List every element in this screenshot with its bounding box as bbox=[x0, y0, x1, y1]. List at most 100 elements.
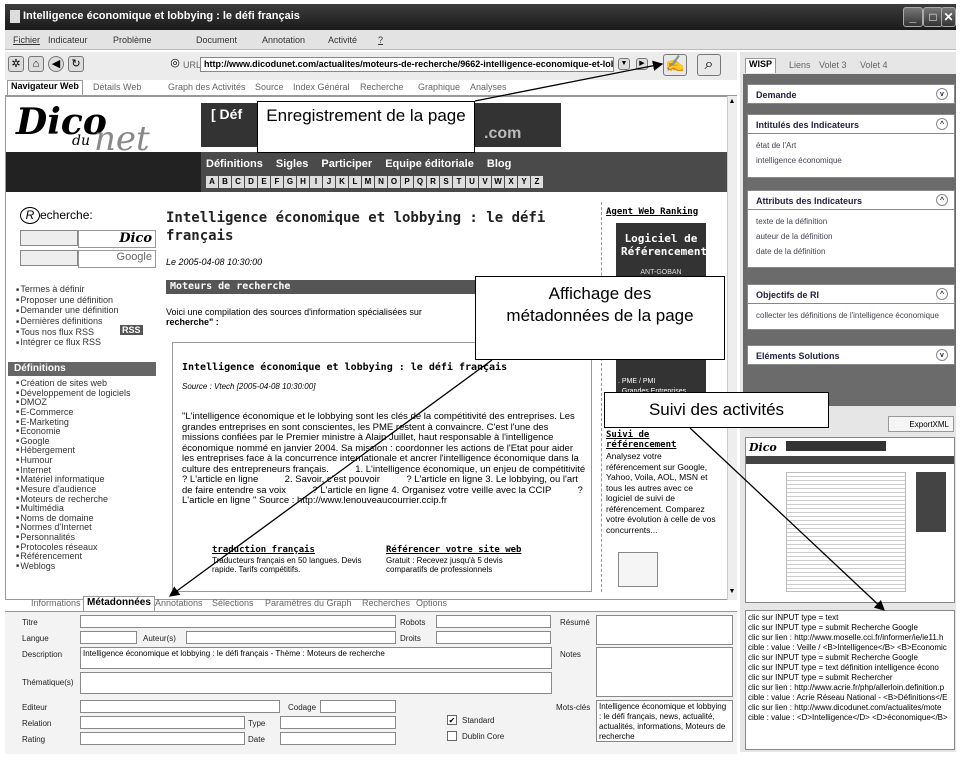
save-page-icon[interactable]: ✍ bbox=[663, 54, 687, 76]
minimize-button[interactable]: _ bbox=[903, 7, 923, 27]
alphabet-letter[interactable]: R bbox=[427, 176, 439, 188]
editeur-field[interactable] bbox=[80, 700, 280, 713]
intitule-item[interactable]: état de l'Art bbox=[756, 138, 954, 153]
inspect-icon[interactable]: ⌕ bbox=[697, 54, 721, 76]
url-input[interactable]: http://www.dicodunet.com/actualites/mote… bbox=[200, 57, 614, 72]
tab-parametres-graph[interactable]: Paramètres du Graph bbox=[265, 598, 352, 608]
agent-web-ranking-link[interactable]: Agent Web Ranking bbox=[606, 207, 698, 217]
date-field[interactable] bbox=[280, 732, 396, 745]
site-link[interactable]: Demander une définition bbox=[16, 305, 118, 316]
motscles-field[interactable]: Intelligence économique et lobbying : le… bbox=[596, 700, 733, 742]
suivi-link[interactable]: Suivi de référencement bbox=[606, 430, 716, 450]
site-link[interactable]: Intégrer ce flux RSS bbox=[16, 337, 119, 348]
tab-source[interactable]: Source bbox=[255, 82, 284, 92]
alphabet-letter[interactable]: H bbox=[297, 176, 309, 188]
attribut-item[interactable]: auteur de la définition bbox=[756, 229, 954, 244]
tab-volet-4[interactable]: Volet 4 bbox=[860, 60, 888, 70]
ad1-title[interactable]: traduction français bbox=[212, 545, 315, 555]
alphabet-letter[interactable]: U bbox=[466, 176, 478, 188]
menu-document[interactable]: Document bbox=[196, 35, 237, 45]
alphabet-letter[interactable]: A bbox=[206, 176, 218, 188]
site-link[interactable]: Termes à définir bbox=[16, 284, 119, 295]
nav-blog[interactable]: Blog bbox=[487, 158, 511, 170]
tab-volet-3[interactable]: Volet 3 bbox=[819, 60, 847, 70]
tab-navigateur-web[interactable]: Navigateur Web bbox=[7, 80, 83, 95]
wisp-section-objectifs[interactable]: Objectifs de RI ^ bbox=[747, 284, 955, 304]
site-search-input[interactable] bbox=[20, 230, 78, 246]
tab-index-general[interactable]: Index Général bbox=[293, 82, 350, 92]
activity-log[interactable]: clic sur INPUT type = text clic sur INPUT… bbox=[745, 610, 955, 750]
alphabet-letter[interactable]: Z bbox=[531, 176, 543, 188]
site-link[interactable]: Proposer une définition bbox=[16, 295, 119, 306]
nav-sigles[interactable]: Sigles bbox=[276, 158, 308, 170]
refresh-icon[interactable]: ↻ bbox=[68, 56, 84, 72]
alphabet-letter[interactable]: T bbox=[453, 176, 465, 188]
chevron-up-icon[interactable]: ^ bbox=[936, 288, 948, 300]
tab-analyses[interactable]: Analyses bbox=[470, 82, 507, 92]
rating-field[interactable] bbox=[80, 732, 245, 745]
tab-liens[interactable]: Liens bbox=[789, 60, 811, 70]
rss-badge[interactable]: RSS bbox=[120, 325, 143, 335]
alphabet-letter[interactable]: N bbox=[375, 176, 387, 188]
attribut-item[interactable]: date de la définition bbox=[756, 244, 954, 259]
relation-field[interactable] bbox=[80, 716, 245, 729]
nav-definitions[interactable]: Définitions bbox=[206, 158, 263, 170]
menu-fichier[interactable]: Fichier bbox=[13, 35, 40, 45]
attribut-item[interactable]: texte de la définition bbox=[756, 214, 954, 229]
category-link[interactable]: Weblogs bbox=[16, 561, 131, 572]
alphabet-letter[interactable]: E bbox=[258, 176, 270, 188]
category-link[interactable]: Google bbox=[16, 436, 131, 447]
langue-field[interactable] bbox=[80, 631, 137, 644]
resume-field[interactable] bbox=[596, 615, 733, 645]
nav-participer[interactable]: Participer bbox=[321, 158, 372, 170]
google-search-input[interactable] bbox=[20, 250, 78, 266]
nav-equipe[interactable]: Equipe éditoriale bbox=[385, 158, 474, 170]
browser-scrollbar[interactable] bbox=[727, 96, 737, 600]
tab-options[interactable]: Options bbox=[416, 598, 447, 608]
alphabet-letter[interactable]: K bbox=[336, 176, 348, 188]
alphabet-letter[interactable]: I bbox=[310, 176, 322, 188]
droits-field[interactable] bbox=[436, 631, 551, 644]
settings-icon[interactable]: ✲ bbox=[8, 56, 24, 72]
type-field[interactable] bbox=[280, 716, 396, 729]
menu-annotation[interactable]: Annotation bbox=[262, 35, 305, 45]
tab-graph-activites[interactable]: Graph des Activités bbox=[168, 82, 246, 92]
url-dropdown-icon[interactable]: ▼ bbox=[618, 58, 630, 70]
chevron-down-icon[interactable]: v bbox=[936, 88, 948, 100]
alphabet-letter[interactable]: B bbox=[219, 176, 231, 188]
back-icon[interactable]: ◀ bbox=[48, 56, 64, 72]
alphabet-letter[interactable]: W bbox=[492, 176, 504, 188]
menu-activite[interactable]: Activité bbox=[328, 35, 357, 45]
home-icon[interactable]: ⌂ bbox=[28, 56, 44, 72]
codage-field[interactable] bbox=[320, 700, 396, 713]
description-field[interactable]: Intelligence économique et lobbying : le… bbox=[80, 647, 552, 669]
chevron-up-icon[interactable]: ^ bbox=[936, 194, 948, 206]
dublin-core-checkbox[interactable] bbox=[447, 731, 457, 741]
wisp-demande[interactable]: Demande v bbox=[747, 84, 955, 104]
menu-probleme[interactable]: Problème bbox=[113, 35, 152, 45]
category-link[interactable]: Noms de domaine bbox=[16, 513, 131, 524]
wisp-section-intitules[interactable]: Intitulés des Indicateurs ^ bbox=[747, 114, 955, 134]
titre-field[interactable] bbox=[80, 615, 396, 628]
notes-field[interactable] bbox=[596, 647, 733, 697]
go-icon[interactable]: ▶ bbox=[636, 58, 648, 70]
scroll-up-icon[interactable]: ▲ bbox=[727, 98, 737, 108]
alphabet-letter[interactable]: V bbox=[479, 176, 491, 188]
tab-annotations[interactable]: Annotations bbox=[155, 598, 203, 608]
site-link[interactable]: Tous nos flux RSS bbox=[16, 327, 119, 338]
alphabet-letter[interactable]: M bbox=[362, 176, 374, 188]
alphabet-letter[interactable]: P bbox=[401, 176, 413, 188]
tab-wisp[interactable]: WISP bbox=[745, 58, 777, 73]
alphabet-letter[interactable]: O bbox=[388, 176, 400, 188]
thematique-field[interactable] bbox=[80, 672, 552, 694]
export-xml-button[interactable]: ExportXML bbox=[888, 416, 954, 432]
menu-indicateur[interactable]: Indicateur bbox=[48, 35, 88, 45]
alphabet-letter[interactable]: X bbox=[505, 176, 517, 188]
objectif-item[interactable]: collecter les définitions de l'intellige… bbox=[756, 308, 954, 323]
google-search-button[interactable]: Google bbox=[78, 250, 156, 268]
tab-recherche[interactable]: Recherche bbox=[360, 82, 404, 92]
tab-metadonnees[interactable]: Métadonnées bbox=[83, 596, 155, 611]
alphabet-letter[interactable]: C bbox=[232, 176, 244, 188]
tab-informations[interactable]: Informations bbox=[31, 598, 81, 608]
alphabet-letter[interactable]: G bbox=[284, 176, 296, 188]
